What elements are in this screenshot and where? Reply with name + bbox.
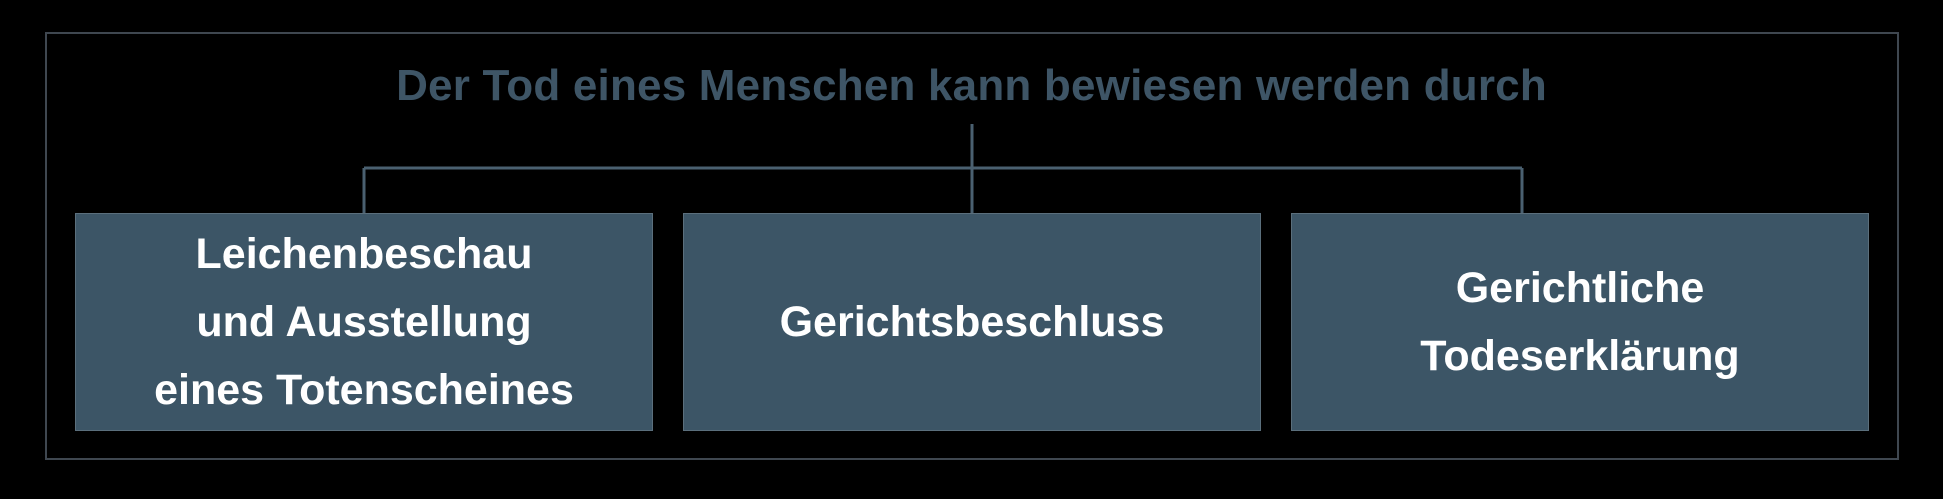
box-label: Leichenbeschau und Ausstellung eines Tot… [154,230,574,414]
box-gerichtsbeschluss: Gerichtsbeschluss [683,213,1261,431]
box-label: Gerichtliche Todeserklärung [1420,264,1740,380]
box-leichenbeschau: Leichenbeschau und Ausstellung eines Tot… [75,213,653,431]
box-todeserklaerung: Gerichtliche Todeserklärung [1291,213,1869,431]
box-label: Gerichtsbeschluss [779,298,1165,346]
